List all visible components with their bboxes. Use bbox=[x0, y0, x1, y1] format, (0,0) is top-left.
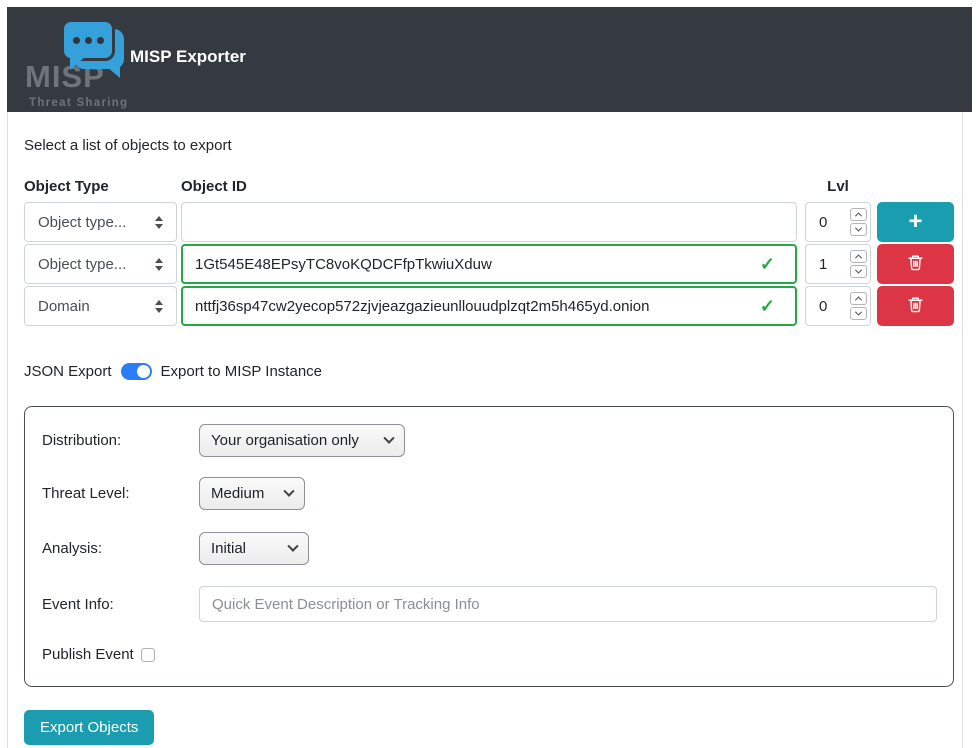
trash-icon bbox=[907, 295, 924, 317]
spin-down-button[interactable] bbox=[850, 307, 867, 320]
distribution-select-value: Your organisation only bbox=[211, 432, 359, 449]
add-row-button[interactable]: + bbox=[877, 202, 954, 242]
object-id-field bbox=[181, 202, 797, 242]
analysis-label: Analysis: bbox=[42, 540, 199, 557]
page: MISP Threat Sharing MISP Exporter Select… bbox=[0, 0, 979, 748]
object-type-select-value: Object type... bbox=[38, 256, 126, 273]
spin-up-button[interactable] bbox=[850, 250, 867, 263]
lvl-stepper: 0 bbox=[805, 202, 871, 242]
object-type-select[interactable]: Domain bbox=[24, 286, 177, 326]
distribution-select[interactable]: Your organisation only bbox=[199, 424, 405, 457]
table-header-row: Object Type Object ID Lvl bbox=[24, 178, 962, 195]
event-info-input[interactable] bbox=[199, 586, 937, 622]
chevron-down-icon bbox=[383, 432, 394, 443]
number-spinner bbox=[850, 292, 867, 320]
plus-icon: + bbox=[908, 210, 922, 234]
event-info-label: Event Info: bbox=[42, 596, 199, 613]
table-row: Object type... ✓ 1 bbox=[24, 244, 962, 284]
spin-down-button[interactable] bbox=[850, 223, 867, 236]
column-header-object-type: Object Type bbox=[24, 178, 177, 195]
bubble-dot-icon bbox=[73, 37, 80, 44]
lvl-stepper: 1 bbox=[805, 244, 871, 284]
select-updown-icon bbox=[155, 258, 163, 271]
misp-settings-panel: Distribution: Your organisation only Thr… bbox=[24, 406, 954, 687]
chevron-down-icon bbox=[283, 485, 294, 496]
chevron-down-icon bbox=[287, 540, 298, 551]
object-type-select[interactable]: Object type... bbox=[24, 244, 177, 284]
objects-table: Object Type Object ID Lvl Object type...… bbox=[24, 178, 962, 326]
lvl-value: 1 bbox=[819, 256, 827, 273]
trash-icon bbox=[907, 253, 924, 275]
threat-level-label: Threat Level: bbox=[42, 485, 199, 502]
threat-level-row: Threat Level: Medium bbox=[42, 477, 953, 510]
threat-level-select-value: Medium bbox=[211, 485, 264, 502]
number-spinner bbox=[850, 208, 867, 236]
distribution-label: Distribution: bbox=[42, 432, 199, 449]
spin-down-button[interactable] bbox=[850, 265, 867, 278]
export-mode-row: JSON Export Export to MISP Instance bbox=[24, 363, 962, 380]
table-row: Object type... 0 + bbox=[24, 202, 962, 242]
intro-text: Select a list of objects to export bbox=[24, 137, 962, 154]
publish-event-row: Publish Event bbox=[42, 646, 953, 663]
column-header-object-id: Object ID bbox=[181, 178, 797, 195]
object-type-select-value: Domain bbox=[38, 298, 90, 315]
threat-level-select[interactable]: Medium bbox=[199, 477, 305, 510]
lvl-stepper: 0 bbox=[805, 286, 871, 326]
spin-up-button[interactable] bbox=[850, 208, 867, 221]
event-info-row: Event Info: bbox=[42, 586, 953, 622]
publish-event-checkbox[interactable] bbox=[141, 648, 155, 662]
object-type-select-value: Object type... bbox=[38, 214, 126, 231]
misp-instance-label: Export to MISP Instance bbox=[161, 363, 322, 380]
spin-up-button[interactable] bbox=[850, 292, 867, 305]
table-row: Domain ✓ 0 bbox=[24, 286, 962, 326]
number-spinner bbox=[850, 250, 867, 278]
toggle-knob bbox=[137, 365, 150, 378]
speech-bubble-icon bbox=[61, 19, 115, 61]
column-header-lvl: Lvl bbox=[805, 178, 871, 195]
bubble-dot-icon bbox=[97, 37, 104, 44]
publish-event-label: Publish Event bbox=[42, 646, 134, 663]
valid-check-icon: ✓ bbox=[760, 254, 783, 275]
page-title: MISP Exporter bbox=[130, 47, 246, 67]
json-export-label: JSON Export bbox=[24, 363, 112, 380]
object-id-field: ✓ bbox=[181, 286, 797, 326]
delete-row-button[interactable] bbox=[877, 244, 954, 284]
misp-logo-subtext: Threat Sharing bbox=[29, 97, 128, 109]
object-id-input[interactable] bbox=[194, 214, 784, 231]
distribution-row: Distribution: Your organisation only bbox=[42, 424, 953, 457]
object-type-select[interactable]: Object type... bbox=[24, 202, 177, 242]
analysis-row: Analysis: Initial bbox=[42, 532, 953, 565]
lvl-value: 0 bbox=[819, 214, 827, 231]
analysis-select[interactable]: Initial bbox=[199, 532, 309, 565]
select-updown-icon bbox=[155, 300, 163, 313]
export-objects-button[interactable]: Export Objects bbox=[24, 710, 154, 745]
object-id-input[interactable] bbox=[195, 298, 752, 315]
export-mode-toggle[interactable] bbox=[121, 363, 152, 380]
object-id-input[interactable] bbox=[195, 256, 752, 273]
analysis-select-value: Initial bbox=[211, 540, 246, 557]
delete-row-button[interactable] bbox=[877, 286, 954, 326]
lvl-value: 0 bbox=[819, 298, 827, 315]
bubble-dot-icon bbox=[85, 37, 92, 44]
object-id-field: ✓ bbox=[181, 244, 797, 284]
select-updown-icon bbox=[155, 216, 163, 229]
app-header: MISP Threat Sharing MISP Exporter bbox=[7, 7, 972, 112]
content-area: Select a list of objects to export Objec… bbox=[7, 112, 963, 748]
valid-check-icon: ✓ bbox=[760, 296, 783, 317]
